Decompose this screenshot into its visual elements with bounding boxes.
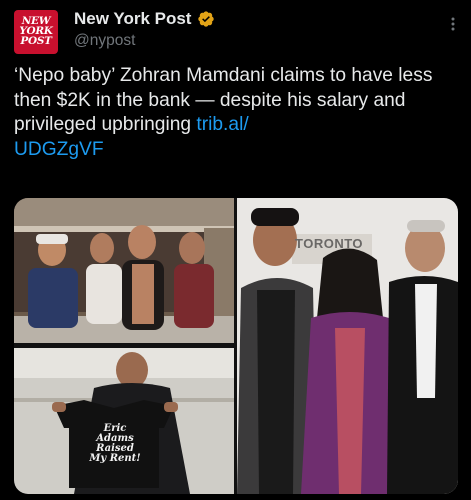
sign-text: TORONTO xyxy=(295,236,364,251)
tshirt-text: Eric Adams Raised My Rent! xyxy=(70,424,160,464)
avatar-line-3: POST xyxy=(20,34,52,47)
media-grid[interactable]: Eric Adams Raised My Rent! TORONTO xyxy=(14,198,458,494)
verified-badge-icon xyxy=(197,10,215,28)
tshirt-line-4: My Rent! xyxy=(89,453,141,464)
display-name[interactable]: New York Post xyxy=(74,9,191,29)
tweet-link-part-2[interactable]: UDGZgVF xyxy=(14,139,104,160)
handle[interactable]: @nypost xyxy=(74,32,135,50)
photo-red-carpet[interactable]: TORONTO xyxy=(237,198,458,494)
tweet-text: ‘Nepo baby’ Zohran Mamdani claims to hav… xyxy=(14,64,459,162)
author-name-row: New York Post xyxy=(74,9,215,29)
photo-food-truck[interactable] xyxy=(14,198,234,343)
photo-tshirt[interactable]: Eric Adams Raised My Rent! xyxy=(14,348,234,494)
more-options-icon[interactable] xyxy=(445,16,461,32)
tweet-link-part-1[interactable]: trib.al/ xyxy=(196,114,248,135)
avatar[interactable]: NEW YORK POST xyxy=(14,10,58,54)
